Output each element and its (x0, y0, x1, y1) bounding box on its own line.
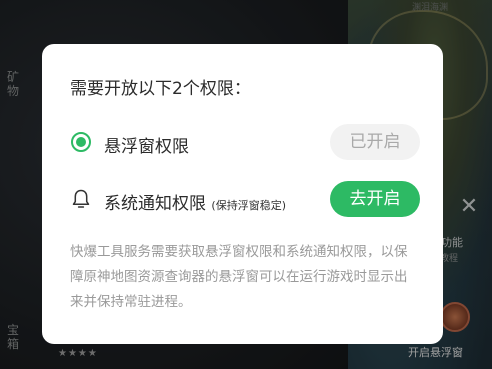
enabled-status-button: 已开启 (330, 124, 420, 160)
dialog-title: 需要开放以下2个权限： (70, 79, 251, 99)
permission-row-notification: 系统通知权限 (保持浮窗稳定) 去开启 (70, 181, 420, 217)
permission-row-float-window: 悬浮窗权限 已开启 (70, 124, 420, 160)
dialog-description: 快爆工具服务需要获取悬浮窗权限和系统通知权限，以保障原神地图资源查询器的悬浮窗可… (70, 244, 408, 310)
enable-button[interactable]: 去开启 (330, 181, 420, 217)
radio-checked-icon (70, 131, 92, 153)
permission-note: (保持浮窗稳定) (211, 199, 286, 212)
permission-label: 悬浮窗权限 (104, 137, 189, 157)
permission-dialog: 需要开放以下2个权限： 悬浮窗权限 已开启 系统通知权限 (保持浮窗稳定) 去开… (42, 44, 443, 344)
permission-label: 系统通知权限 (保持浮窗稳定) (104, 194, 286, 214)
bell-icon (70, 188, 92, 210)
